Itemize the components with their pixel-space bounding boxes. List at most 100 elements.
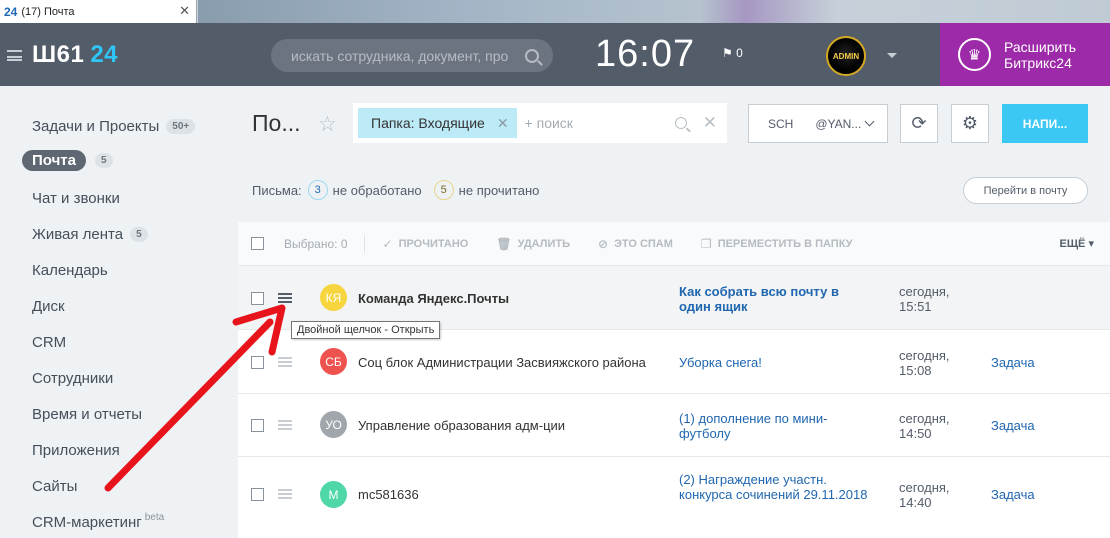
- select-all-checkbox[interactable]: [251, 237, 264, 250]
- menu-item-counter: 5: [95, 153, 113, 168]
- menu-item-calendar[interactable]: Календарь: [32, 262, 108, 279]
- search-placeholder: искать сотрудника, документ, про: [291, 47, 509, 64]
- menu-item-disk[interactable]: Диск: [32, 298, 65, 315]
- gear-icon: ⚙: [961, 113, 979, 133]
- menu-item-counter: 5: [130, 227, 148, 242]
- unprocessed-count-badge[interactable]: 3: [307, 180, 328, 200]
- unread-label[interactable]: не прочитано: [459, 183, 540, 198]
- move-label: ПЕРЕМЕСТИТЬ В ПАПКУ: [717, 237, 853, 250]
- crown-icon: ♛: [958, 38, 991, 71]
- menu-item-tasks[interactable]: Задачи и Проекты 50+: [32, 118, 196, 135]
- mail-stats: Письма: 3 не обработано 5 не прочитано: [252, 180, 539, 200]
- email-subject[interactable]: (2) Награждение участн. конкурса сочинен…: [679, 472, 869, 502]
- menu-item-crm[interactable]: CRM: [32, 334, 66, 351]
- notifications-count: 0: [736, 46, 743, 60]
- tab-close-icon[interactable]: ✕: [179, 3, 190, 19]
- email-date-day: сегодня,: [899, 284, 950, 299]
- create-task-link[interactable]: Задача: [991, 487, 1035, 502]
- global-search-input[interactable]: искать сотрудника, документ, про: [271, 39, 553, 72]
- email-row[interactable]: М mc581636 (2) Награждение участн. конку…: [238, 457, 1110, 538]
- email-subject[interactable]: Уборка снега!: [679, 355, 869, 370]
- menu-item-label: Почта: [32, 152, 76, 169]
- clear-filter-icon[interactable]: ✕: [703, 113, 717, 133]
- user-avatar[interactable]: ADMIN: [826, 36, 866, 76]
- upgrade-button[interactable]: ♛ Расширить Битрикс24: [940, 23, 1110, 86]
- mail-content: По... ☆ Папка: Входящие ✕ + поиск ✕ SCH @…: [238, 86, 1110, 538]
- email-date-day: сегодня,: [899, 348, 950, 363]
- write-email-button[interactable]: НАПИ...: [1002, 104, 1088, 143]
- menu-item-label: Живая лента: [32, 226, 124, 243]
- email-subject[interactable]: Как собрать всю почту в один ящик: [679, 284, 869, 314]
- menu-item-crm-marketing[interactable]: CRM-маркетинг beta: [32, 512, 165, 531]
- toolbar-divider: [363, 234, 365, 253]
- mark-read-button[interactable]: ✓ ПРОЧИТАНО: [383, 237, 469, 251]
- delete-label: УДАЛИТЬ: [517, 237, 571, 250]
- menu-item-label: Календарь: [32, 262, 108, 279]
- delete-button[interactable]: 🗑 УДАЛИТЬ: [496, 237, 570, 251]
- create-task-link[interactable]: Задача: [991, 355, 1035, 370]
- filter-search-input[interactable]: Папка: Входящие ✕ + поиск ✕: [353, 103, 727, 143]
- user-menu-chevron-down-icon[interactable]: [887, 53, 897, 58]
- browser-tab-mail[interactable]: 24 (17) Почта ✕: [0, 0, 197, 23]
- portal-logo[interactable]: Ш61 24: [32, 41, 118, 69]
- email-date: сегодня, 14:50: [899, 411, 950, 441]
- favorite-star-icon[interactable]: ☆: [318, 112, 337, 137]
- email-date-day: сегодня,: [899, 480, 950, 495]
- annotation-arrow: [104, 304, 286, 492]
- email-row[interactable]: УО Управление образования адм-ции (1) до…: [238, 394, 1110, 457]
- email-date-time: 15:08: [899, 363, 932, 378]
- selected-count: Выбрано: 0: [284, 236, 348, 251]
- beta-badge: beta: [144, 512, 165, 523]
- clock[interactable]: 16:07: [595, 33, 695, 76]
- menu-item-mail[interactable]: Почта: [22, 150, 86, 171]
- search-icon[interactable]: [674, 117, 687, 129]
- refresh-icon: ⟳: [911, 113, 927, 133]
- sender-name[interactable]: Команда Яндекс.Почты: [358, 291, 509, 306]
- spam-button[interactable]: ⊘ ЭТО СПАМ: [598, 237, 673, 251]
- notifications[interactable]: ⚑ 0: [722, 46, 743, 60]
- create-task-link[interactable]: Задача: [991, 418, 1035, 433]
- menu-item-chat[interactable]: Чат и звонки: [32, 190, 120, 207]
- chip-close-icon[interactable]: ✕: [497, 115, 509, 132]
- menu-item-mail-counter-wrap: 5: [95, 153, 113, 168]
- sender-name[interactable]: Соц блок Администрации Засвияжского райо…: [358, 355, 646, 370]
- mailbox-name: SCH: [768, 116, 794, 131]
- menu-burger-icon[interactable]: [7, 50, 22, 61]
- page-title: По...: [252, 110, 301, 136]
- more-actions-button[interactable]: ЕЩЁ ▾: [1060, 237, 1094, 250]
- menu-item-label: CRM-маркетинг: [32, 514, 142, 531]
- menu-item-label: Сайты: [32, 478, 78, 495]
- filter-chip-folder[interactable]: Папка: Входящие ✕: [358, 108, 517, 138]
- chevron-down-icon: [864, 116, 875, 127]
- sender-name[interactable]: Управление образования адм-ции: [358, 418, 565, 433]
- mailbox-selector[interactable]: SCH @YAN...: [748, 104, 888, 143]
- menu-item-counter: 50+: [166, 119, 196, 134]
- flag-icon: ⚑: [722, 46, 737, 60]
- bitrix-favicon-icon: 24: [4, 4, 18, 19]
- unread-count-badge[interactable]: 5: [433, 180, 454, 200]
- menu-item-label: CRM: [32, 334, 67, 351]
- refresh-button[interactable]: ⟳: [900, 104, 938, 143]
- menu-item-live-feed[interactable]: Живая лента 5: [32, 226, 148, 243]
- row-tooltip: Двойной щелчок - Открыть: [291, 321, 441, 339]
- upgrade-label-line1: Расширить: [1004, 38, 1077, 55]
- mark-read-label: ПРОЧИТАНО: [398, 237, 469, 250]
- email-subject[interactable]: (1) дополнение по мини-футболу: [679, 411, 869, 441]
- sender-name[interactable]: mc581636: [358, 487, 419, 502]
- search-icon[interactable]: [525, 48, 539, 63]
- menu-item-label: Диск: [32, 298, 65, 315]
- logo-text: Ш61: [32, 41, 85, 68]
- trash-icon: 🗑: [496, 236, 512, 251]
- move-to-folder-button[interactable]: ❐ ПЕРЕМЕСТИТЬ В ПАПКУ: [701, 237, 853, 251]
- folder-icon: ❐: [700, 236, 712, 251]
- menu-item-sites[interactable]: Сайты: [32, 478, 77, 495]
- filter-chip-label: Папка: Входящие: [371, 115, 485, 131]
- email-row[interactable]: СБ Соц блок Администрации Засвияжского р…: [238, 330, 1110, 394]
- unprocessed-label[interactable]: не обработано: [333, 183, 422, 198]
- email-date: сегодня, 14:40: [899, 480, 950, 510]
- mailbox-address: @YAN...: [815, 116, 862, 131]
- settings-button[interactable]: ⚙: [951, 104, 989, 143]
- upgrade-label-line2: Битрикс24: [1004, 54, 1072, 71]
- goto-mail-button[interactable]: Перейти в почту: [963, 177, 1088, 204]
- filter-placeholder: + поиск: [524, 115, 573, 131]
